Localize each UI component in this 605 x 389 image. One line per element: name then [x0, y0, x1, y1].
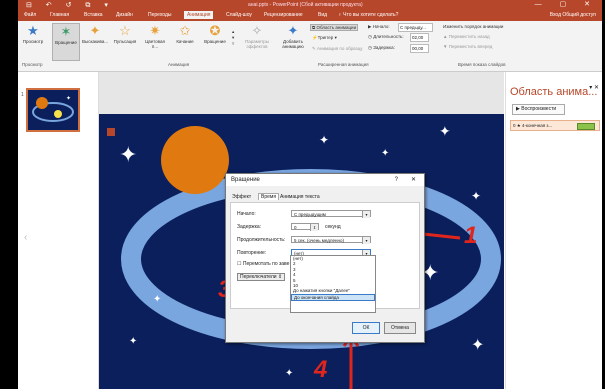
close-button[interactable]: ✕ [411, 174, 416, 186]
start-value: С предыдущим [294, 212, 326, 217]
repeat-option-selected[interactable]: До окончания слайда [291, 293, 375, 302]
duration-label: Продолжительность: [237, 237, 286, 243]
left-black-border [0, 0, 18, 389]
rewind-label: Перемотать по заве [242, 261, 290, 267]
delay-spinner[interactable]: 0 ⇕ [291, 223, 319, 231]
tab-timing[interactable]: Время [258, 193, 280, 200]
start-label: Начало: [237, 211, 256, 217]
ok-button[interactable]: ОК [352, 322, 380, 334]
spinner-icon: ⇕ [310, 224, 318, 231]
dialog-title-bar: Вращение ? ✕ [226, 174, 424, 186]
tab-effect[interactable]: Эффект [232, 194, 251, 200]
help-button[interactable]: ? [395, 174, 398, 186]
rewind-checkbox-row[interactable]: ☐ Перемотать по заве [237, 261, 289, 267]
annotation-number-1: 1 [464, 222, 478, 249]
rotation-dialog: Вращение ? ✕ Эффект Время Анимация текст… [225, 173, 425, 343]
delay-label: Задержка: [237, 224, 262, 230]
triggers-label: Переключатели [240, 274, 277, 280]
repeat-dropdown-list: (нет) 2 3 4 5 10 До нажатия кнопки "Дале… [290, 255, 376, 313]
start-select[interactable]: С предыдущим ▾ [291, 210, 371, 218]
delay-value: 0 [294, 225, 297, 230]
annotation-number-4: 4 [314, 356, 328, 383]
dialog-title: Вращение [231, 177, 260, 183]
chevron-down-icon: ▾ [362, 237, 370, 244]
duration-value: 5 сек. (очень медленно) [294, 238, 345, 243]
tab-text-animation[interactable]: Анимация текста [280, 194, 320, 200]
chevron-down-icon: ▾ [362, 211, 370, 218]
triggers-button[interactable]: Переключатели ⇕ [237, 273, 286, 281]
powerpoint-window: ⊟ ↶ ↺ ⧉ ▾ анаі.pptx - PowerPoint (Сбой а… [18, 0, 602, 389]
duration-select[interactable]: 5 сек. (очень медленно) ▾ [291, 236, 371, 244]
cancel-button[interactable]: Отмена [384, 322, 416, 334]
repeat-label: Повторение: [237, 250, 267, 256]
delay-unit: секунд [325, 224, 341, 230]
